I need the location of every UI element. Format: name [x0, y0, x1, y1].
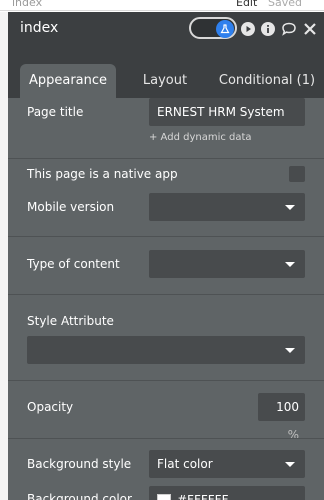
comment-icon[interactable]: [281, 21, 297, 37]
section-divider: [8, 380, 324, 381]
chevron-down-icon: [285, 348, 295, 353]
section-divider: [8, 158, 324, 159]
page-title-input[interactable]: ERNEST HRM System: [149, 98, 305, 126]
behind-topbar: index Edit Saved: [0, 0, 324, 12]
type-of-content-label: Type of content: [27, 257, 120, 271]
panel-title: index: [20, 20, 59, 36]
panel-header[interactable]: index: [8, 12, 324, 46]
style-attribute-dropdown[interactable]: [27, 336, 305, 364]
tab-appearance[interactable]: Appearance: [20, 64, 116, 98]
background-style-value: Flat color: [157, 457, 213, 471]
chevron-down-icon: [285, 262, 295, 267]
chevron-down-icon: [285, 205, 295, 210]
left-gutter: [0, 12, 8, 500]
opacity-value: 100: [276, 400, 299, 414]
background-color-picker[interactable]: #FFFFFF: [149, 486, 305, 500]
section-divider: [8, 294, 324, 295]
tab-conditional[interactable]: Conditional (1): [214, 64, 320, 98]
edit-link[interactable]: Edit: [236, 0, 257, 9]
mobile-version-dropdown[interactable]: [149, 193, 305, 221]
background-color-label: Background color: [27, 492, 132, 500]
opacity-input[interactable]: 100 %: [258, 393, 305, 442]
property-editor-panel: index Appearance Layout Conditional (1) …: [8, 12, 324, 500]
opacity-label: Opacity: [27, 400, 74, 414]
background-style-dropdown[interactable]: Flat color: [149, 450, 305, 478]
opacity-unit: %: [287, 428, 299, 442]
background-color-value: #FFFFFF: [177, 493, 229, 500]
type-of-content-dropdown[interactable]: [149, 250, 305, 278]
flask-icon: [216, 20, 234, 38]
native-app-checkbox[interactable]: [289, 166, 305, 182]
info-icon[interactable]: [260, 21, 276, 37]
close-icon[interactable]: [302, 21, 318, 37]
behind-page-name: index: [12, 0, 43, 9]
tab-bar: Appearance Layout Conditional (1): [8, 46, 324, 98]
color-swatch: [157, 494, 171, 500]
section-divider: [8, 236, 324, 237]
page-title-value: ERNEST HRM System: [157, 105, 285, 119]
style-attribute-label: Style Attribute: [27, 314, 114, 328]
native-app-label: This page is a native app: [27, 167, 178, 181]
add-dynamic-data-link[interactable]: + Add dynamic data: [149, 132, 252, 143]
saved-status: Saved: [268, 0, 302, 9]
section-divider: [8, 438, 324, 439]
preview-toggle[interactable]: [189, 17, 237, 39]
play-icon[interactable]: [240, 21, 256, 37]
background-style-label: Background style: [27, 457, 132, 471]
tab-layout[interactable]: Layout: [126, 64, 204, 98]
topbar-divider: [0, 10, 324, 11]
chevron-down-icon: [285, 462, 295, 467]
page-title-label: Page title: [27, 105, 84, 119]
mobile-version-label: Mobile version: [27, 200, 115, 214]
